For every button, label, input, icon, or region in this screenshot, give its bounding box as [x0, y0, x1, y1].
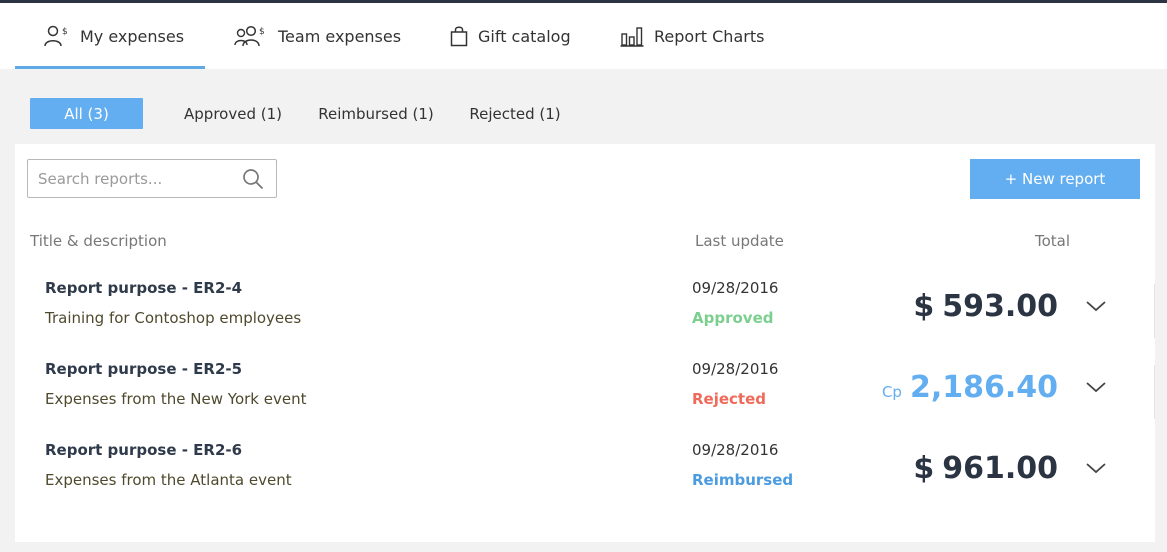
report-status: Approved [692, 309, 774, 327]
report-row[interactable]: Report purpose - ER2-6 Expenses from the … [15, 430, 1155, 510]
filter-approved[interactable]: Approved (1) [178, 98, 288, 129]
tab-label: My expenses [80, 26, 185, 46]
row-edge [1154, 446, 1155, 500]
user-dollar-icon: $ [44, 25, 70, 47]
chevron-down-icon[interactable] [1085, 298, 1107, 317]
tab-team-expenses[interactable]: $ Team expenses [234, 3, 401, 69]
main-nav: $ My expenses $ Team expenses Gift catal… [0, 3, 1167, 69]
filter-reimbursed[interactable]: Reimbursed (1) [313, 98, 439, 129]
active-tab-indicator [15, 66, 205, 69]
report-total: $593.00 [913, 289, 1058, 324]
row-edge [1154, 284, 1155, 338]
currency-symbol: $ [913, 451, 935, 486]
new-report-button[interactable]: + New report [970, 159, 1140, 199]
filter-rejected[interactable]: Rejected (1) [464, 98, 566, 129]
tab-gift-catalog[interactable]: Gift catalog [450, 3, 571, 69]
team-dollar-icon: $ [234, 25, 268, 47]
currency-symbol: $ [913, 289, 935, 324]
tab-label: Team expenses [278, 26, 402, 46]
tab-label: Gift catalog [478, 26, 571, 46]
report-row[interactable]: Report purpose - ER2-4 Training for Conto… [15, 268, 1155, 348]
svg-text:$: $ [62, 27, 68, 37]
tab-report-charts[interactable]: Report Charts [620, 3, 764, 69]
amount-value: 2,186.40 [909, 370, 1058, 405]
report-total: $961.00 [913, 451, 1058, 486]
amount-value: 961.00 [942, 451, 1058, 486]
report-last-update: 09/28/2016 [692, 279, 779, 297]
report-description: Expenses from the Atlanta event [45, 471, 292, 489]
report-title[interactable]: Report purpose - ER2-6 [45, 441, 242, 459]
reports-panel: + New report Title & description Last up… [15, 144, 1155, 542]
search-box [27, 159, 277, 198]
chevron-down-icon[interactable] [1085, 379, 1107, 398]
bar-chart-icon [620, 25, 644, 47]
report-status: Rejected [692, 390, 767, 408]
currency-symbol: Cp [881, 383, 902, 401]
column-header-last-update: Last update [695, 232, 784, 250]
column-header-total: Total [1035, 232, 1071, 250]
report-last-update: 09/28/2016 [692, 360, 779, 378]
report-title[interactable]: Report purpose - ER2-5 [45, 360, 242, 378]
tab-my-expenses[interactable]: $ My expenses [44, 3, 184, 69]
row-edge [1154, 365, 1155, 419]
report-status: Reimbursed [692, 471, 794, 489]
svg-text:$: $ [259, 27, 265, 37]
amount-value: 593.00 [942, 289, 1058, 324]
report-last-update: 09/28/2016 [692, 441, 779, 459]
column-header-title: Title & description [30, 232, 167, 250]
tab-label: Report Charts [654, 26, 765, 46]
search-input[interactable] [38, 168, 228, 190]
report-title[interactable]: Report purpose - ER2-4 [45, 279, 242, 297]
search-icon[interactable] [242, 168, 264, 194]
report-total: Cp 2,186.40 [882, 370, 1058, 405]
report-description: Training for Contoshop employees [45, 309, 302, 327]
report-description: Expenses from the New York event [45, 390, 307, 408]
filter-all[interactable]: All (3) [30, 98, 143, 129]
shopping-bag-icon [450, 25, 468, 47]
report-row[interactable]: Report purpose - ER2-5 Expenses from the … [15, 349, 1155, 429]
chevron-down-icon[interactable] [1085, 460, 1107, 479]
